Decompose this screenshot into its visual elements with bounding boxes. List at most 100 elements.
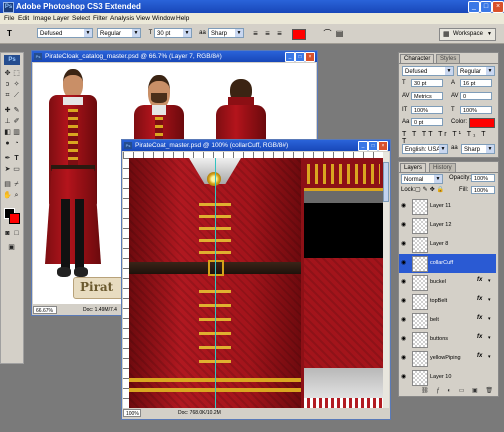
char-font-style-select[interactable]: Regular ▼ [457,66,495,76]
catalog-close-button[interactable]: × [305,52,315,62]
coat-vertical-scrollbar[interactable] [383,152,389,408]
notes-tool-icon[interactable]: ▤ [3,180,12,189]
gradient-tool-icon[interactable]: ▥ [12,128,21,137]
palettes-icon[interactable]: ▤ [334,28,345,39]
brush-tool-icon[interactable]: ✎ [12,106,21,115]
layer-row-collarcuff[interactable]: ◉ collarCuff [399,254,496,274]
move-tool-icon[interactable]: ✥ [3,69,12,78]
expand-effects-icon[interactable]: ▾ [488,278,491,284]
layers-panel-footer-icons[interactable]: ⛓ ƒ ◐ ▭ ▣ 🗑 [399,387,496,395]
menu-edit[interactable]: Edit [18,14,29,23]
layer-row-buckel[interactable]: ◉ buckel fx ▾ [399,273,496,293]
char-style-buttons[interactable]: T T TT Tr T¹ T₁ T T [402,131,495,145]
slice-tool-icon[interactable]: ⟋ [12,91,21,100]
magic-wand-icon[interactable]: ✧ [12,80,21,89]
menu-filter[interactable]: Filter [93,14,107,23]
layer-row-layer-11[interactable]: ◉ Layer 11 [399,197,496,217]
layer-row-belt[interactable]: ◉ belt fx ▾ [399,311,496,331]
coat-scroll-thumb[interactable] [383,162,389,202]
align-left-icon[interactable]: ≡ [250,28,261,39]
menu-window[interactable]: Window [152,14,175,23]
eraser-tool-icon[interactable]: ◧ [3,128,12,137]
menu-select[interactable]: Select [72,14,90,23]
background-color-swatch[interactable] [9,213,20,224]
lasso-tool-icon[interactable]: ↄ [3,80,12,89]
expand-effects-icon[interactable]: ▾ [488,354,491,360]
layer-row-yellowpiping[interactable]: ◉ yellowPiping fx ▾ [399,349,496,369]
expand-effects-icon[interactable]: ▾ [488,297,491,303]
standard-mode-icon[interactable]: □ [12,229,21,238]
blur-tool-icon[interactable]: ● [3,139,12,148]
minimize-button[interactable]: _ [468,1,480,13]
layer-row-buttons[interactable]: ◉ buttons fx ▾ [399,330,496,350]
coat-canvas[interactable] [129,158,383,408]
crop-tool-icon[interactable]: ⌗ [3,91,12,100]
char-color-swatch[interactable] [469,118,495,128]
antialias-select[interactable]: Sharp ▼ [208,28,244,38]
align-right-icon[interactable]: ≡ [274,28,285,39]
quick-mask-icon[interactable]: ◙ [3,229,12,238]
opacity-field[interactable]: 100% [471,174,495,182]
marquee-tool-icon[interactable]: ⬚ [12,69,21,78]
menu-file[interactable]: File [4,14,14,23]
warp-text-icon[interactable]: ⌒ [322,28,333,39]
pen-tool-icon[interactable]: ✒ [3,154,12,163]
menu-image[interactable]: Image [33,14,51,23]
char-antialias-select[interactable]: Sharp ▼ [461,144,495,154]
coat-minimize-button[interactable]: _ [358,141,368,151]
layer-effects-icon[interactable]: fx [477,277,482,283]
char-tracking-field[interactable]: 0 [460,92,492,100]
stamp-tool-icon[interactable]: ⊥ [3,117,12,126]
menu-layer[interactable]: Layer [53,14,69,23]
layer-row-topbelt[interactable]: ◉ topBelt fx ▾ [399,292,496,312]
workspace-button[interactable]: ▦ Workspace ▼ [439,28,496,41]
type-tool-icon[interactable]: T [12,154,21,163]
dodge-tool-icon[interactable]: ◔ [12,139,21,148]
font-family-select[interactable]: Defused ▼ [37,28,93,38]
menu-analysis[interactable]: Analysis [110,14,134,23]
layer-row-layer-10[interactable]: ◉ Layer 10 [399,368,496,387]
align-center-icon[interactable]: ≡ [262,28,273,39]
lock-icons[interactable]: ▢✎✥🔒 [415,186,446,193]
layer-effects-icon[interactable]: fx [477,353,482,359]
visibility-eye-icon[interactable]: ◉ [401,260,407,266]
visibility-eye-icon[interactable]: ◉ [401,317,407,323]
char-size-field[interactable]: 30 pt [411,79,443,87]
blend-mode-select[interactable]: Normal ▼ [401,174,443,184]
catalog-zoom-field[interactable]: 66.67% [33,306,57,314]
coat-close-button[interactable]: × [378,141,388,151]
healing-tool-icon[interactable]: ✚ [3,106,12,115]
layer-effects-icon[interactable]: fx [477,334,482,340]
visibility-eye-icon[interactable]: ◉ [401,203,407,209]
layer-row-layer-12[interactable]: ◉ Layer 12 [399,216,496,236]
text-tool-icon[interactable]: T [4,28,15,39]
catalog-maximize-button[interactable]: □ [295,52,305,62]
coat-zoom-field[interactable]: 100% [123,409,141,417]
char-font-family-select[interactable]: Defused ▼ [402,66,454,76]
menu-view[interactable]: View [136,14,150,23]
visibility-eye-icon[interactable]: ◉ [401,222,407,228]
close-button[interactable]: × [492,1,504,13]
char-vscale-field[interactable]: 100% [411,106,443,114]
visibility-eye-icon[interactable]: ◉ [401,355,407,361]
catalog-minimize-button[interactable]: _ [285,52,295,62]
menu-help[interactable]: Help [176,14,189,23]
language-select[interactable]: English: USA ▼ [402,144,448,154]
visibility-eye-icon[interactable]: ◉ [401,298,407,304]
hand-tool-icon[interactable]: ✋ [3,191,12,200]
char-hscale-field[interactable]: 100% [460,106,492,114]
history-brush-icon[interactable]: ✐ [12,117,21,126]
zoom-tool-icon[interactable]: ⌕ [12,191,21,200]
visibility-eye-icon[interactable]: ◉ [401,374,407,380]
path-select-icon[interactable]: ➤ [3,165,12,174]
eyedropper-icon[interactable]: ⌿ [12,180,21,189]
visibility-eye-icon[interactable]: ◉ [401,241,407,247]
expand-effects-icon[interactable]: ▾ [488,316,491,322]
layer-effects-icon[interactable]: fx [477,296,482,302]
char-leading-field[interactable]: 16 pt [460,79,492,87]
text-color-swatch[interactable] [292,29,306,40]
font-size-select[interactable]: 30 pt ▼ [154,28,192,38]
screen-mode-icon[interactable]: ▣ [7,243,16,252]
maximize-button[interactable]: □ [480,1,492,13]
shape-tool-icon[interactable]: ▭ [12,165,21,174]
